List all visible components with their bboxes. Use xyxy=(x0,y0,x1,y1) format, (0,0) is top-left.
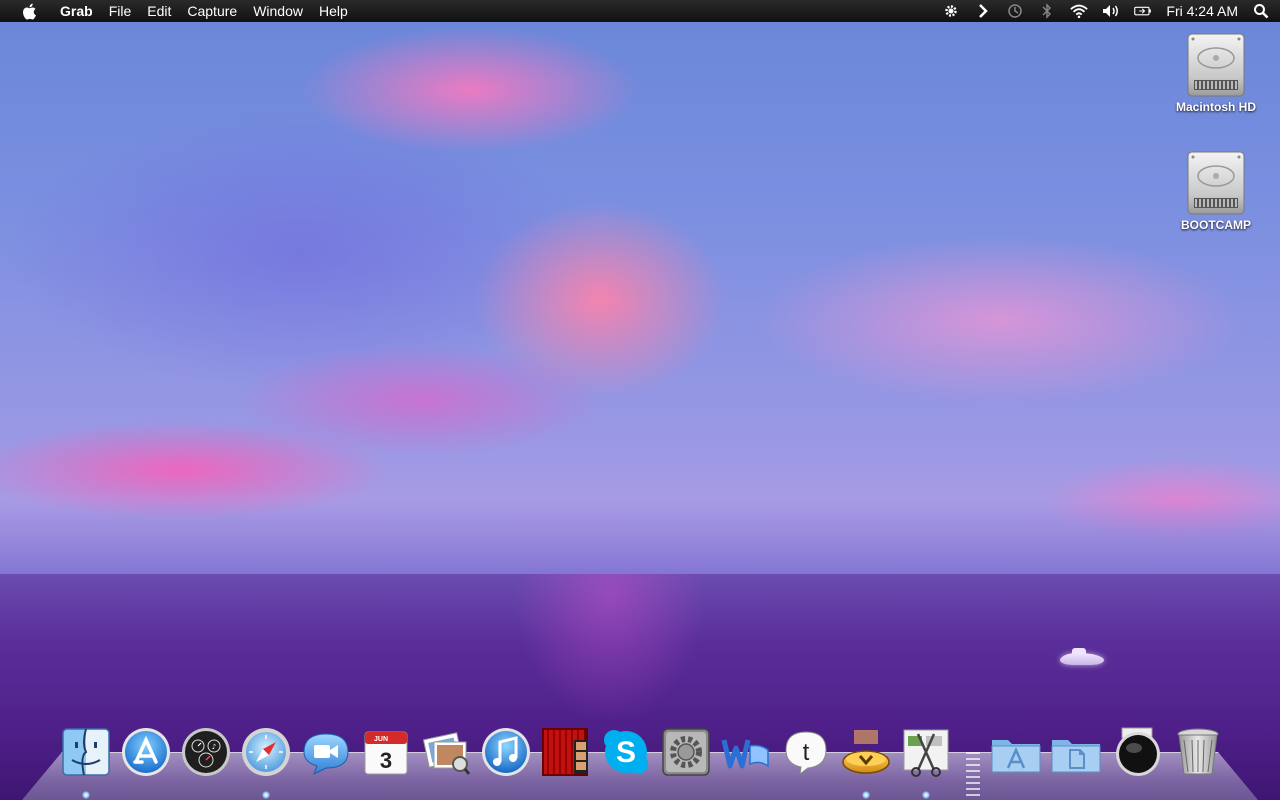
menu-bar-clock[interactable]: Fri 4:24 AM xyxy=(1166,3,1238,19)
documents-folder-icon[interactable] xyxy=(1050,726,1102,778)
calendar-month: JUN xyxy=(374,736,388,743)
sky-horizon xyxy=(0,500,1280,575)
system-preferences-icon[interactable] xyxy=(660,726,712,778)
time-machine-icon[interactable] xyxy=(1006,2,1024,20)
dock-separator xyxy=(966,752,980,796)
svg-text:t: t xyxy=(803,739,810,766)
wifi-icon[interactable] xyxy=(1070,2,1089,20)
downloads-stack-icon[interactable] xyxy=(1112,726,1164,778)
menu-app-name[interactable]: Grab xyxy=(56,0,101,22)
hard-drive-icon xyxy=(1186,150,1246,215)
drive-label: Macintosh HD xyxy=(1175,100,1256,114)
trash-icon[interactable] xyxy=(1172,726,1224,778)
tumblr-icon[interactable]: t xyxy=(780,726,832,778)
svg-text:S: S xyxy=(616,736,636,769)
desktop-drive-macintosh-hd[interactable]: Macintosh HD xyxy=(1161,32,1271,114)
apple-icon[interactable] xyxy=(20,0,38,22)
running-indicator xyxy=(262,791,270,799)
gear-icon[interactable] xyxy=(942,2,960,20)
running-indicator xyxy=(82,791,90,799)
preview-icon[interactable] xyxy=(420,726,472,778)
desktop-drive-bootcamp[interactable]: BOOTCAMP xyxy=(1161,150,1271,232)
spotlight-search-icon[interactable] xyxy=(1252,2,1270,20)
desktop-wallpaper xyxy=(0,0,1280,800)
dashboard-icon[interactable]: ♪ xyxy=(180,726,232,778)
menu-window[interactable]: Window xyxy=(245,0,311,22)
calendar-day: 3 xyxy=(380,748,392,773)
stacks-icon[interactable] xyxy=(840,726,892,778)
boat xyxy=(1060,648,1104,665)
facetime-icon[interactable] xyxy=(300,726,352,778)
menu-bar-status: Fri 4:24 AM xyxy=(942,0,1280,22)
menu-help[interactable]: Help xyxy=(311,0,356,22)
menu-bar-left: Grab File Edit Capture Window Help xyxy=(0,0,356,22)
drive-label: BOOTCAMP xyxy=(1181,218,1251,232)
menu-bar: Grab File Edit Capture Window Help Fri 4… xyxy=(0,0,1280,22)
app-store-icon[interactable] xyxy=(120,726,172,778)
word-icon[interactable] xyxy=(720,726,772,778)
hard-drive-icon xyxy=(1186,32,1246,97)
finder-icon[interactable] xyxy=(60,726,112,778)
battery-icon[interactable] xyxy=(1134,2,1152,20)
menu-file[interactable]: File xyxy=(101,0,140,22)
itunes-icon[interactable] xyxy=(480,726,532,778)
bluetooth-icon[interactable] xyxy=(1038,2,1056,20)
running-indicator xyxy=(922,791,930,799)
grab-icon[interactable] xyxy=(900,726,952,778)
volume-icon[interactable] xyxy=(1102,2,1120,20)
skype-icon[interactable]: S xyxy=(600,726,652,778)
menu-capture[interactable]: Capture xyxy=(179,0,245,22)
menu-edit[interactable]: Edit xyxy=(139,0,179,22)
chevron-right-icon[interactable] xyxy=(974,2,992,20)
running-indicator xyxy=(862,791,870,799)
calendar-icon[interactable]: JUN 3 xyxy=(360,726,412,778)
svg-text:♪: ♪ xyxy=(212,743,216,751)
applications-folder-icon[interactable] xyxy=(990,726,1042,778)
safari-icon[interactable] xyxy=(240,726,292,778)
photo-booth-icon[interactable] xyxy=(540,726,592,778)
